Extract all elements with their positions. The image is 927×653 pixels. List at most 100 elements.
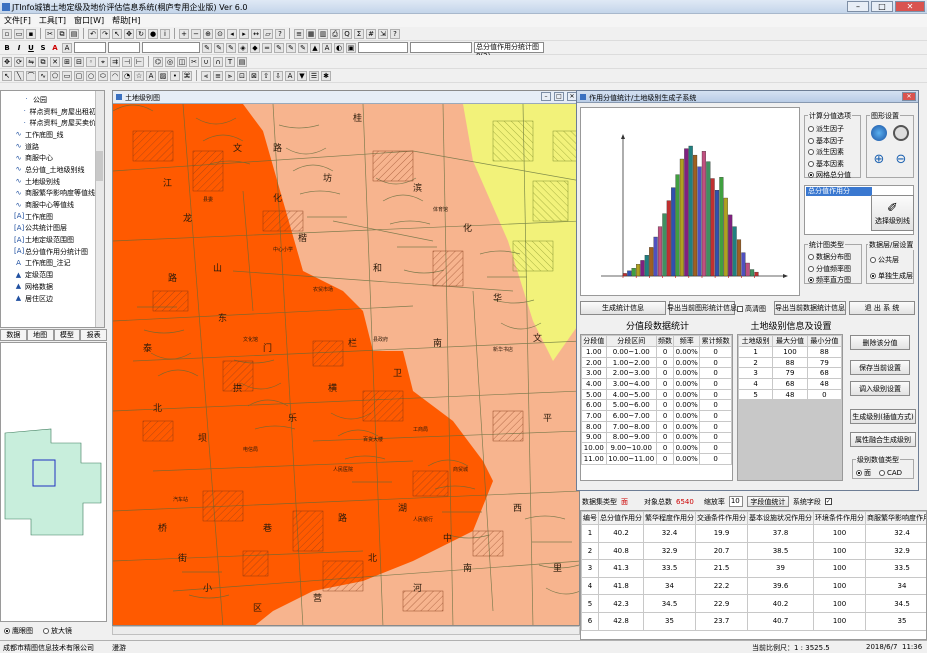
- image-icon[interactable]: ▨: [158, 70, 168, 81]
- overlay-icon[interactable]: ◫: [177, 56, 187, 67]
- round-rect-icon[interactable]: ▢: [74, 70, 84, 81]
- align-center-icon[interactable]: ≡: [213, 70, 223, 81]
- query-icon[interactable]: Q: [342, 28, 352, 39]
- cut-icon[interactable]: ✂: [45, 28, 55, 39]
- tab-data[interactable]: 数据: [0, 329, 27, 341]
- column-header[interactable]: 繁华程度作用分: [643, 511, 696, 525]
- level-row[interactable]: 2 88 79: [738, 356, 842, 369]
- radio-option[interactable]: 公共层: [870, 255, 913, 265]
- gen-level-merge-button[interactable]: 属性融合生成级别: [850, 432, 916, 447]
- line-style-icon[interactable]: ═: [262, 42, 272, 53]
- pen-purple-icon[interactable]: ✎: [298, 42, 308, 53]
- identify-icon[interactable]: ?: [275, 28, 285, 39]
- line-width-icon[interactable]: ☰: [309, 70, 319, 81]
- tree-item[interactable]: [A] 土地定级范围图: [4, 234, 96, 246]
- exit-system-button[interactable]: 退 出 系 统: [849, 301, 915, 315]
- column-header[interactable]: 分段值: [581, 335, 607, 347]
- extend-icon[interactable]: ⊢: [134, 56, 144, 67]
- font-tool-icon[interactable]: A: [322, 42, 332, 53]
- copy-icon[interactable]: ⧉: [57, 28, 67, 39]
- tree-item[interactable]: ∿ 土地级别线: [4, 176, 96, 188]
- italic-icon[interactable]: I: [14, 43, 24, 53]
- radio-option[interactable]: CAD: [879, 468, 902, 478]
- tree-item[interactable]: A 工作底图_注记: [4, 258, 96, 270]
- select-level-line-button[interactable]: ✐ 选择级别线: [871, 195, 914, 231]
- export-icon[interactable]: ⇲: [378, 28, 388, 39]
- map-minimize-button[interactable]: –: [541, 92, 551, 101]
- tree-item[interactable]: · 公园: [4, 94, 96, 106]
- attribute-row[interactable]: 2 40.8 32.9 20.7 38.5 100 32.9: [581, 541, 926, 561]
- open-icon[interactable]: ▭: [14, 28, 24, 39]
- radio-option[interactable]: 数据分布图: [808, 252, 851, 262]
- arc-icon[interactable]: ◠: [110, 70, 120, 81]
- save-settings-button[interactable]: 保存当前设置: [850, 360, 910, 375]
- label-icon[interactable]: T: [225, 56, 235, 67]
- segment-row[interactable]: 5.00 4.00~5.00 0 0.00% 0: [581, 388, 732, 401]
- union-icon[interactable]: ∪: [201, 56, 211, 67]
- scale-select[interactable]: [358, 42, 408, 53]
- symbol-icon[interactable]: ◆: [250, 42, 260, 53]
- move-icon[interactable]: ✥: [2, 56, 12, 67]
- tree-item[interactable]: [A] 工作底图: [4, 211, 96, 223]
- area-icon[interactable]: ▱: [263, 28, 273, 39]
- tree-item[interactable]: [A] 公共统计图层: [4, 223, 96, 235]
- tree-item[interactable]: · 样点资料_房屋出租初: [4, 106, 96, 118]
- column-header[interactable]: 最小分值: [806, 335, 842, 347]
- maximize-button[interactable]: □: [871, 1, 893, 12]
- polygon-icon[interactable]: ⬠: [50, 70, 60, 81]
- segment-row[interactable]: 6.00 5.00~6.00 0 0.00% 0: [581, 399, 732, 412]
- rotate-icon[interactable]: ⟳: [14, 56, 24, 67]
- paste-icon[interactable]: ▤: [69, 28, 79, 39]
- level-row[interactable]: 5 48 0: [738, 388, 842, 401]
- rect-icon[interactable]: ▭: [62, 70, 72, 81]
- tree-item[interactable]: ∿ 商服中心等值线: [4, 199, 96, 211]
- fill-icon[interactable]: ◈: [238, 42, 248, 53]
- tree-scroll-thumb[interactable]: [96, 151, 103, 181]
- map-maximize-button[interactable]: □: [554, 92, 564, 101]
- brush-icon[interactable]: ✎: [226, 42, 236, 53]
- delete-icon[interactable]: ✕: [50, 56, 60, 67]
- radio-option[interactable]: 网格总分值: [808, 170, 851, 180]
- tree-item[interactable]: ▲ 定级范围: [4, 269, 96, 281]
- offset-icon[interactable]: ⇉: [110, 56, 120, 67]
- column-header[interactable]: 最大分值: [772, 335, 808, 347]
- table-icon[interactable]: ▦: [306, 28, 316, 39]
- sql-icon[interactable]: Σ: [354, 28, 364, 39]
- clip-icon[interactable]: ✂: [189, 56, 199, 67]
- segment-row[interactable]: 2.00 1.00~2.00 0 0.00% 0: [581, 356, 732, 369]
- triangle-icon[interactable]: ▲: [310, 42, 320, 53]
- size-select[interactable]: [108, 42, 140, 53]
- bold-icon[interactable]: B: [2, 43, 12, 53]
- segment-row[interactable]: 9.00 8.00~9.00 0 0.00% 0: [581, 431, 732, 444]
- tree-item[interactable]: ∿ 商服繁华影响度等值线: [4, 188, 96, 200]
- column-header[interactable]: 频数: [655, 335, 675, 347]
- radio-option[interactable]: 分值频率图: [808, 264, 851, 274]
- bring-front-icon[interactable]: ⇧: [261, 70, 271, 81]
- new-icon[interactable]: ▫: [2, 28, 12, 39]
- load-settings-button[interactable]: 调入级别设置: [850, 381, 910, 396]
- split-icon[interactable]: ⊟: [74, 56, 84, 67]
- level-info-table[interactable]: 土地级别 最大分值 最小分值 1 100 88 2 88 79 3 79 68 4 68 48 5 48 0: [737, 334, 843, 481]
- segment-row[interactable]: 3.00 2.00~3.00 0 0.00% 0: [581, 367, 732, 380]
- column-header[interactable]: 累计频数: [699, 335, 732, 347]
- column-header[interactable]: 编号: [581, 511, 599, 525]
- hd-checkbox[interactable]: 高清图: [737, 304, 766, 314]
- ellipse-icon[interactable]: ⬭: [98, 70, 108, 81]
- merge-icon[interactable]: ⊞: [62, 56, 72, 67]
- fill-style-icon[interactable]: ▼: [297, 70, 307, 81]
- menu-window[interactable]: 窗口[W]: [72, 14, 106, 27]
- overview-map[interactable]: [0, 342, 107, 622]
- underline-icon[interactable]: U: [26, 43, 36, 53]
- layer-icon[interactable]: ≡: [294, 28, 304, 39]
- group-icon[interactable]: ⊡: [237, 70, 247, 81]
- column-header[interactable]: 分段区间: [605, 335, 657, 347]
- radio-option[interactable]: 基本因子: [808, 136, 851, 146]
- menu-tools[interactable]: 工具[T]: [37, 14, 68, 27]
- select-icon[interactable]: ↖: [112, 28, 122, 39]
- font-color-icon[interactable]: A: [50, 43, 60, 53]
- tree-item[interactable]: ▲ 网格数据: [4, 281, 96, 293]
- radio-option[interactable]: 面: [856, 468, 871, 478]
- line-icon[interactable]: ╲: [14, 70, 24, 81]
- tab-report[interactable]: 报表: [80, 329, 107, 341]
- print-icon[interactable]: ⎙: [330, 28, 340, 39]
